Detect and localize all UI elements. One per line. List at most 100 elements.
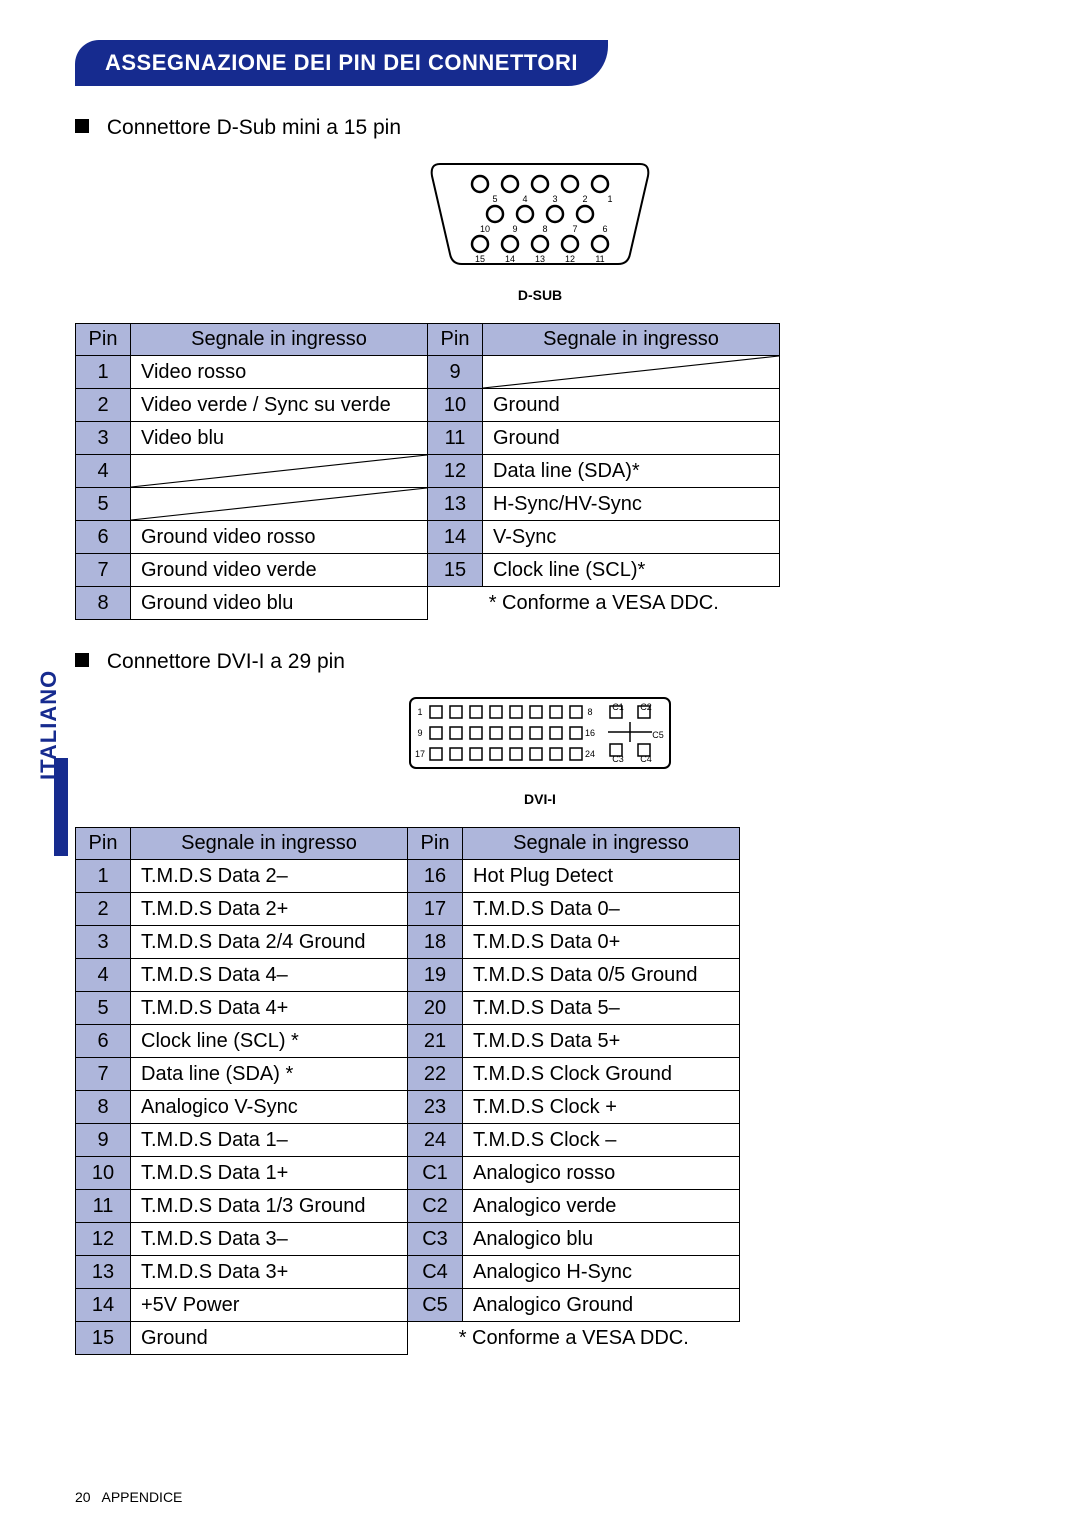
page: ASSEGNAZIONE DEI PIN DEI CONNETTORI Conn… (0, 0, 1080, 1529)
pin-cell: 12 (76, 1223, 131, 1256)
pin-cell: 1 (76, 860, 131, 893)
table-row: 3T.M.D.S Data 2/4 Ground18T.M.D.S Data 0… (76, 926, 740, 959)
pin-cell: C3 (408, 1223, 463, 1256)
pin-cell: 6 (76, 1025, 131, 1058)
col-signal: Segnale in ingresso (463, 828, 740, 860)
signal-cell: Analogico rosso (463, 1157, 740, 1190)
svg-text:10: 10 (480, 224, 490, 234)
pin-cell: 8 (76, 1091, 131, 1124)
pin-cell: 15 (428, 554, 483, 587)
table-row: 7Data line (SDA) *22T.M.D.S Clock Ground (76, 1058, 740, 1091)
signal-cell: Analogico Ground (463, 1289, 740, 1322)
signal-cell: Ground video blu (131, 587, 428, 620)
signal-cell: Ground (483, 389, 780, 422)
pin-cell: 13 (428, 488, 483, 521)
note-cell: * Conforme a VESA DDC. (408, 1322, 740, 1355)
signal-cell: Data line (SDA) * (131, 1058, 408, 1091)
note-cell: * Conforme a VESA DDC. (428, 587, 780, 620)
page-footer: 20 APPENDICE (75, 1489, 182, 1505)
svg-text:6: 6 (602, 224, 607, 234)
pin-cell: 13 (76, 1256, 131, 1289)
pin-cell: 10 (428, 389, 483, 422)
signal-cell (131, 455, 428, 488)
pin-cell: 22 (408, 1058, 463, 1091)
pin-cell: 10 (76, 1157, 131, 1190)
signal-cell: Analogico blu (463, 1223, 740, 1256)
pin-cell: 23 (408, 1091, 463, 1124)
footer-page-number: 20 (75, 1489, 91, 1505)
signal-cell: T.M.D.S Clock – (463, 1124, 740, 1157)
pin-cell: 9 (428, 356, 483, 389)
signal-cell: T.M.D.S Data 4– (131, 959, 408, 992)
pin-cell: 4 (76, 959, 131, 992)
pin-cell: 1 (76, 356, 131, 389)
svg-text:12: 12 (565, 254, 575, 264)
pin-cell: C4 (408, 1256, 463, 1289)
table-row: 6Ground video rosso14V-Sync (76, 521, 780, 554)
dvi-connector-icon: 18 916 1724 C1C2 C3C4 C5 (390, 688, 690, 778)
col-signal: Segnale in ingresso (131, 324, 428, 356)
table-row: 6Clock line (SCL) *21T.M.D.S Data 5+ (76, 1025, 740, 1058)
signal-cell: T.M.D.S Data 1– (131, 1124, 408, 1157)
signal-cell: Ground (483, 422, 780, 455)
signal-cell: Analogico V-Sync (131, 1091, 408, 1124)
signal-cell: V-Sync (483, 521, 780, 554)
col-signal: Segnale in ingresso (131, 828, 408, 860)
svg-text:4: 4 (522, 194, 527, 204)
svg-text:14: 14 (505, 254, 515, 264)
signal-cell (483, 356, 780, 389)
pin-cell: 3 (76, 422, 131, 455)
pin-cell: 8 (76, 587, 131, 620)
signal-cell: T.M.D.S Data 3+ (131, 1256, 408, 1289)
signal-cell: T.M.D.S Data 2+ (131, 893, 408, 926)
table-header-row: Pin Segnale in ingresso Pin Segnale in i… (76, 324, 780, 356)
signal-cell: Analogico H-Sync (463, 1256, 740, 1289)
svg-text:15: 15 (475, 254, 485, 264)
svg-text:16: 16 (585, 728, 595, 738)
svg-text:11: 11 (595, 254, 604, 264)
svg-text:8: 8 (587, 707, 592, 717)
pin-cell: 18 (408, 926, 463, 959)
signal-cell: Clock line (SCL)* (483, 554, 780, 587)
signal-cell: T.M.D.S Data 2/4 Ground (131, 926, 408, 959)
pin-cell: 20 (408, 992, 463, 1025)
signal-cell: T.M.D.S Data 1/3 Ground (131, 1190, 408, 1223)
table-row: 11T.M.D.S Data 1/3 GroundC2Analogico ver… (76, 1190, 740, 1223)
svg-text:7: 7 (572, 224, 577, 234)
pin-cell: 2 (76, 389, 131, 422)
col-pin: Pin (408, 828, 463, 860)
square-bullet-icon (75, 119, 89, 133)
signal-cell: T.M.D.S Data 1+ (131, 1157, 408, 1190)
svg-text:13: 13 (535, 254, 545, 264)
signal-cell: T.M.D.S Data 0+ (463, 926, 740, 959)
col-pin: Pin (76, 828, 131, 860)
table-row: 2T.M.D.S Data 2+17T.M.D.S Data 0– (76, 893, 740, 926)
table-row: 14+5V PowerC5Analogico Ground (76, 1289, 740, 1322)
table-row: 1Video rosso9 (76, 356, 780, 389)
pin-cell: 21 (408, 1025, 463, 1058)
svg-text:5: 5 (492, 194, 497, 204)
dsub-heading-text: Connettore D-Sub mini a 15 pin (107, 116, 401, 139)
signal-cell: Ground video rosso (131, 521, 428, 554)
signal-cell: T.M.D.S Data 0– (463, 893, 740, 926)
pin-cell: 7 (76, 1058, 131, 1091)
signal-cell: T.M.D.S Data 3– (131, 1223, 408, 1256)
pin-cell: 3 (76, 926, 131, 959)
col-pin: Pin (428, 324, 483, 356)
svg-text:1: 1 (607, 194, 612, 204)
dsub-diagram: 543 21 1098 76 151413 1211 D-SUB (75, 154, 1005, 303)
signal-cell: T.M.D.S Data 5+ (463, 1025, 740, 1058)
signal-cell: Video rosso (131, 356, 428, 389)
col-signal: Segnale in ingresso (483, 324, 780, 356)
pin-cell: 5 (76, 488, 131, 521)
signal-cell: Ground (131, 1322, 408, 1355)
dvi-pin-table: Pin Segnale in ingresso Pin Segnale in i… (75, 827, 740, 1355)
pin-cell: C2 (408, 1190, 463, 1223)
table-row: 13T.M.D.S Data 3+C4Analogico H-Sync (76, 1256, 740, 1289)
svg-text:9: 9 (417, 728, 422, 738)
dsub-pin-table: Pin Segnale in ingresso Pin Segnale in i… (75, 323, 780, 620)
table-row: 3Video blu11Ground (76, 422, 780, 455)
signal-cell: Data line (SDA)* (483, 455, 780, 488)
pin-cell: 11 (428, 422, 483, 455)
signal-cell: H-Sync/HV-Sync (483, 488, 780, 521)
